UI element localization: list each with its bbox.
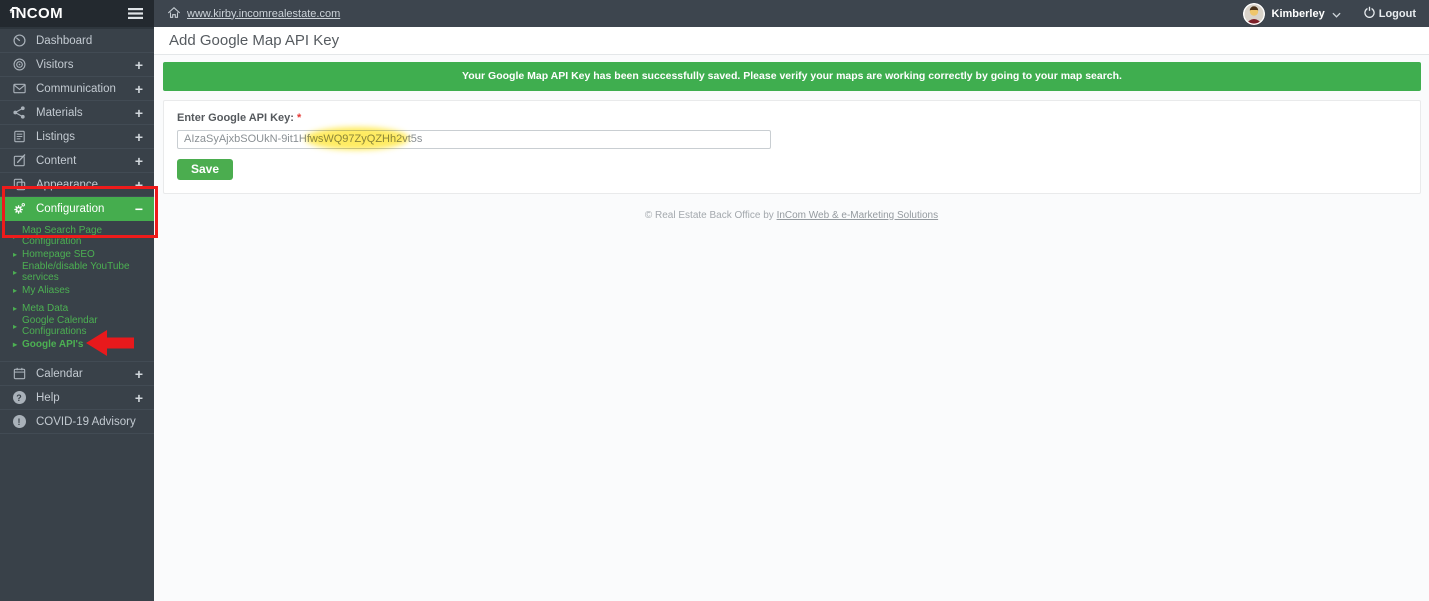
submenu-item-label: Homepage SEO bbox=[22, 248, 95, 260]
main-content: Add Google Map API Key Your Google Map A… bbox=[154, 27, 1429, 601]
expand-plus-icon[interactable]: + bbox=[135, 154, 143, 168]
sidebar-item-label: Materials bbox=[36, 106, 83, 119]
sidebar-item-label: Calendar bbox=[36, 367, 83, 380]
required-asterisk: * bbox=[296, 112, 302, 124]
sidebar-item-label: Dashboard bbox=[36, 34, 93, 47]
page-title: Add Google Map API Key bbox=[154, 27, 1429, 55]
footer-text: © Real Estate Back Office by bbox=[644, 209, 774, 221]
gauge-icon bbox=[11, 33, 27, 48]
edit-icon bbox=[11, 153, 27, 168]
logout-label: Logout bbox=[1378, 7, 1416, 20]
expand-plus-icon[interactable]: + bbox=[135, 178, 143, 192]
share-icon bbox=[11, 105, 27, 120]
expand-plus-icon[interactable]: + bbox=[135, 58, 143, 72]
submenu-item-label: Google Calendar Configurations bbox=[22, 315, 98, 337]
topbar-right: Kimberley Logout bbox=[1242, 2, 1416, 25]
sidebar-item-label: Configuration bbox=[36, 202, 105, 215]
sidebar-item-label: Help bbox=[36, 391, 60, 404]
expand-plus-icon[interactable]: + bbox=[135, 367, 143, 381]
sidebar-item-appearance[interactable]: Appearance + bbox=[0, 173, 154, 197]
submenu-item-my-aliases[interactable]: ▸ My Aliases bbox=[0, 281, 154, 299]
caret-right-icon: ▸ bbox=[13, 249, 18, 259]
submenu-item-label: Map Search Page Configuration bbox=[22, 225, 103, 247]
menu-toggle-icon[interactable] bbox=[128, 8, 143, 19]
expand-plus-icon[interactable]: + bbox=[135, 82, 143, 96]
sidebar-item-label: Appearance bbox=[36, 178, 99, 191]
submenu-item-label: Enable/disable YouTube services bbox=[22, 261, 130, 283]
submenu-item-label: Meta Data bbox=[22, 302, 69, 314]
save-button[interactable]: Save bbox=[177, 158, 234, 180]
avatar[interactable] bbox=[1242, 2, 1265, 25]
expand-plus-icon[interactable]: + bbox=[135, 391, 143, 405]
caret-right-icon: ▸ bbox=[13, 285, 18, 295]
footer-link[interactable]: InCom Web & e-Marketing Solutions bbox=[777, 210, 939, 221]
target-icon bbox=[11, 57, 27, 72]
sidebar-item-communication[interactable]: Communication + bbox=[0, 77, 154, 101]
sidebar-item-label: Communication bbox=[36, 82, 116, 95]
list-icon bbox=[11, 129, 27, 144]
submenu-item-google-apis[interactable]: ▸ Google API's bbox=[0, 335, 154, 353]
api-key-input[interactable] bbox=[177, 129, 771, 149]
caret-right-icon: ▸ bbox=[13, 303, 18, 313]
success-banner: Your Google Map API Key has been success… bbox=[163, 62, 1421, 91]
expand-plus-icon[interactable]: + bbox=[135, 130, 143, 144]
submenu-item-youtube-services[interactable]: ▸ Enable/disable YouTube services bbox=[0, 261, 154, 283]
caret-right-icon: ▸ bbox=[13, 231, 18, 241]
sidebar-item-visitors[interactable]: Visitors + bbox=[0, 53, 154, 77]
site-url-text: www.kirby.incomrealestate.com bbox=[187, 7, 341, 20]
signal-arcs-icon bbox=[9, 1, 19, 18]
sidebar-item-label: Listings bbox=[36, 130, 75, 143]
api-key-label: Enter Google API Key: * bbox=[177, 112, 302, 124]
logo-bar: iNCOM bbox=[0, 0, 154, 27]
sidebar-nav: Dashboard Visitors + Communication + Mat… bbox=[0, 27, 154, 434]
question-circle-icon: ? bbox=[11, 391, 27, 404]
sidebar: iNCOM Dashboard Visitors + Communication… bbox=[0, 0, 154, 601]
api-key-input-wrap bbox=[177, 127, 771, 150]
sidebar-item-label: Visitors bbox=[36, 58, 74, 71]
sidebar-item-configuration[interactable]: Configuration − bbox=[0, 197, 154, 221]
submenu-item-label: Google API's bbox=[22, 338, 84, 350]
site-url-link[interactable]: www.kirby.incomrealestate.com bbox=[167, 6, 340, 22]
sidebar-item-label: COVID-19 Advisory bbox=[36, 415, 136, 428]
sidebar-item-materials[interactable]: Materials + bbox=[0, 101, 154, 125]
incom-logo: iNCOM bbox=[9, 5, 63, 22]
user-menu[interactable]: Kimberley bbox=[1272, 8, 1325, 20]
caret-right-icon: ▸ bbox=[13, 267, 18, 277]
sidebar-item-listings[interactable]: Listings + bbox=[0, 125, 154, 149]
caret-right-icon: ▸ bbox=[13, 321, 18, 331]
gear-icon bbox=[11, 201, 27, 216]
submenu-item-label: My Aliases bbox=[22, 284, 70, 296]
collapse-minus-icon[interactable]: − bbox=[135, 202, 143, 216]
expand-plus-icon[interactable]: + bbox=[135, 106, 143, 120]
sidebar-item-dashboard[interactable]: Dashboard bbox=[0, 29, 154, 53]
sidebar-item-label: Content bbox=[36, 154, 77, 167]
calendar-icon bbox=[11, 366, 27, 381]
sidebar-item-calendar[interactable]: Calendar + bbox=[0, 362, 154, 386]
logout-button[interactable]: Logout bbox=[1364, 6, 1416, 21]
power-icon bbox=[1364, 6, 1375, 21]
topbar: www.kirby.incomrealestate.com Kimberley … bbox=[154, 0, 1429, 27]
api-key-panel: Enter Google API Key:* Save bbox=[163, 100, 1421, 194]
exclamation-circle-icon: ! bbox=[11, 415, 27, 428]
chevron-down-icon[interactable] bbox=[1332, 5, 1341, 23]
caret-right-icon: ▸ bbox=[13, 339, 18, 349]
submenu-item-map-search-page-configuration[interactable]: ▸ Map Search Page Configuration bbox=[0, 225, 154, 247]
home-icon bbox=[167, 6, 181, 22]
configuration-submenu: ▸ Map Search Page Configuration ▸ Homepa… bbox=[0, 221, 154, 362]
footer: © Real Estate Back Office by InCom Web &… bbox=[154, 210, 1429, 221]
sidebar-item-help[interactable]: ? Help + bbox=[0, 386, 154, 410]
envelope-icon bbox=[11, 81, 27, 96]
layout-icon bbox=[11, 177, 27, 192]
sidebar-item-covid-advisory[interactable]: ! COVID-19 Advisory bbox=[0, 410, 154, 434]
sidebar-item-content[interactable]: Content + bbox=[0, 149, 154, 173]
submenu-item-google-calendar-configurations[interactable]: ▸ Google Calendar Configurations bbox=[0, 315, 154, 337]
